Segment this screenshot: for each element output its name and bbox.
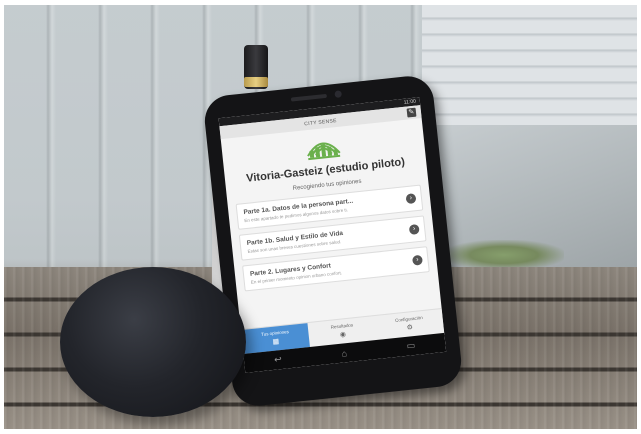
microphone-band	[244, 77, 268, 87]
gear-icon: ⚙	[406, 324, 414, 332]
back-icon[interactable]: ↩	[274, 354, 283, 366]
list-icon: ▦	[272, 338, 280, 346]
edit-icon[interactable]: ✎	[406, 107, 417, 118]
recents-icon[interactable]: ▭	[406, 340, 416, 352]
phone-screen: 11:00 CITY SENSE ✎ Vitoria-Gasteiz (estu…	[218, 97, 447, 373]
tab-label: Resultados	[330, 322, 354, 330]
chart-icon: ◉	[339, 331, 347, 339]
foam-windscreen	[60, 267, 246, 417]
city-sense-logo	[307, 142, 341, 161]
phone-speaker	[290, 93, 328, 102]
photo: 11:00 CITY SENSE ✎ Vitoria-Gasteiz (estu…	[4, 5, 637, 429]
phone-camera	[334, 90, 343, 99]
app-bar-title: CITY SENSE	[303, 117, 338, 127]
background-grass	[444, 240, 564, 270]
home-icon[interactable]: ⌂	[341, 348, 347, 359]
background-siding	[422, 5, 637, 125]
